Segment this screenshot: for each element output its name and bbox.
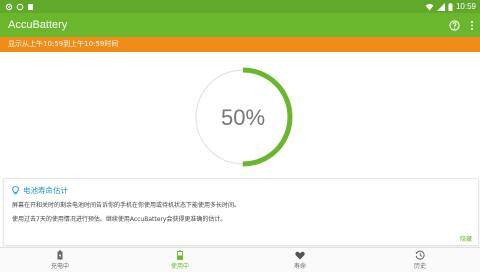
sd-card-icon bbox=[28, 3, 33, 10]
card-title-text: 电池寿命估计 bbox=[23, 186, 68, 195]
battery-icon bbox=[448, 2, 453, 11]
battery-discharging-icon bbox=[177, 250, 183, 260]
time-range-text: 显示从上午10:59到上午10:59时间 bbox=[8, 40, 119, 48]
gauge-value: 50% bbox=[221, 105, 265, 130]
nav-history-label: 历史 bbox=[413, 263, 426, 270]
signal-icon bbox=[436, 2, 445, 11]
app-title: AccuBattery bbox=[8, 19, 68, 31]
nav-discharging[interactable]: 使用中 bbox=[120, 248, 240, 272]
nav-charging-label: 充电中 bbox=[50, 263, 69, 270]
status-left-icons bbox=[5, 0, 34, 13]
status-time: 10:59 bbox=[455, 2, 476, 11]
card-title: 电池寿命估计 bbox=[12, 185, 68, 196]
battery-life-card: 电池寿命估计 屏幕在开和关时的剩余电池时间告诉你的手机在你使用或待机状态下能使用… bbox=[3, 178, 479, 246]
card-description-2: 使用过去7天的使用情况进行预估。继续使用AccuBattery会获得更准确的估计… bbox=[12, 216, 227, 223]
heart-icon bbox=[295, 251, 305, 259]
history-icon bbox=[415, 250, 425, 260]
status-right: 10:59 bbox=[425, 0, 476, 13]
help-icon[interactable] bbox=[449, 19, 460, 31]
bottom-nav: 充电中 使用中 寿命 历史 bbox=[0, 247, 480, 272]
card-description-1: 屏幕在开和关时的剩余电池时间告诉你的手机在你使用或待机状态下能使用多长时间。 bbox=[12, 202, 241, 209]
time-range-banner: 显示从上午10:59到上午10:59时间 bbox=[0, 37, 480, 52]
app-bar: AccuBattery bbox=[0, 13, 480, 37]
nav-charging[interactable]: 充电中 bbox=[0, 248, 120, 272]
nav-health[interactable]: 寿命 bbox=[240, 248, 360, 272]
settings-icon bbox=[5, 3, 13, 10]
battery-gauge: 50% bbox=[193, 67, 293, 167]
hide-button[interactable]: 隐藏 bbox=[460, 234, 472, 243]
nav-history[interactable]: 历史 bbox=[360, 248, 480, 272]
circle-icon bbox=[16, 3, 24, 10]
wifi-icon bbox=[425, 3, 434, 10]
nav-health-label: 寿命 bbox=[293, 262, 306, 270]
lightbulb-icon bbox=[12, 186, 19, 195]
battery-charging-icon bbox=[57, 250, 63, 260]
app-bar-actions bbox=[449, 13, 474, 37]
nav-discharging-label: 使用中 bbox=[170, 263, 189, 270]
status-bar: 10:59 bbox=[0, 0, 480, 13]
more-vert-icon[interactable] bbox=[470, 20, 474, 31]
